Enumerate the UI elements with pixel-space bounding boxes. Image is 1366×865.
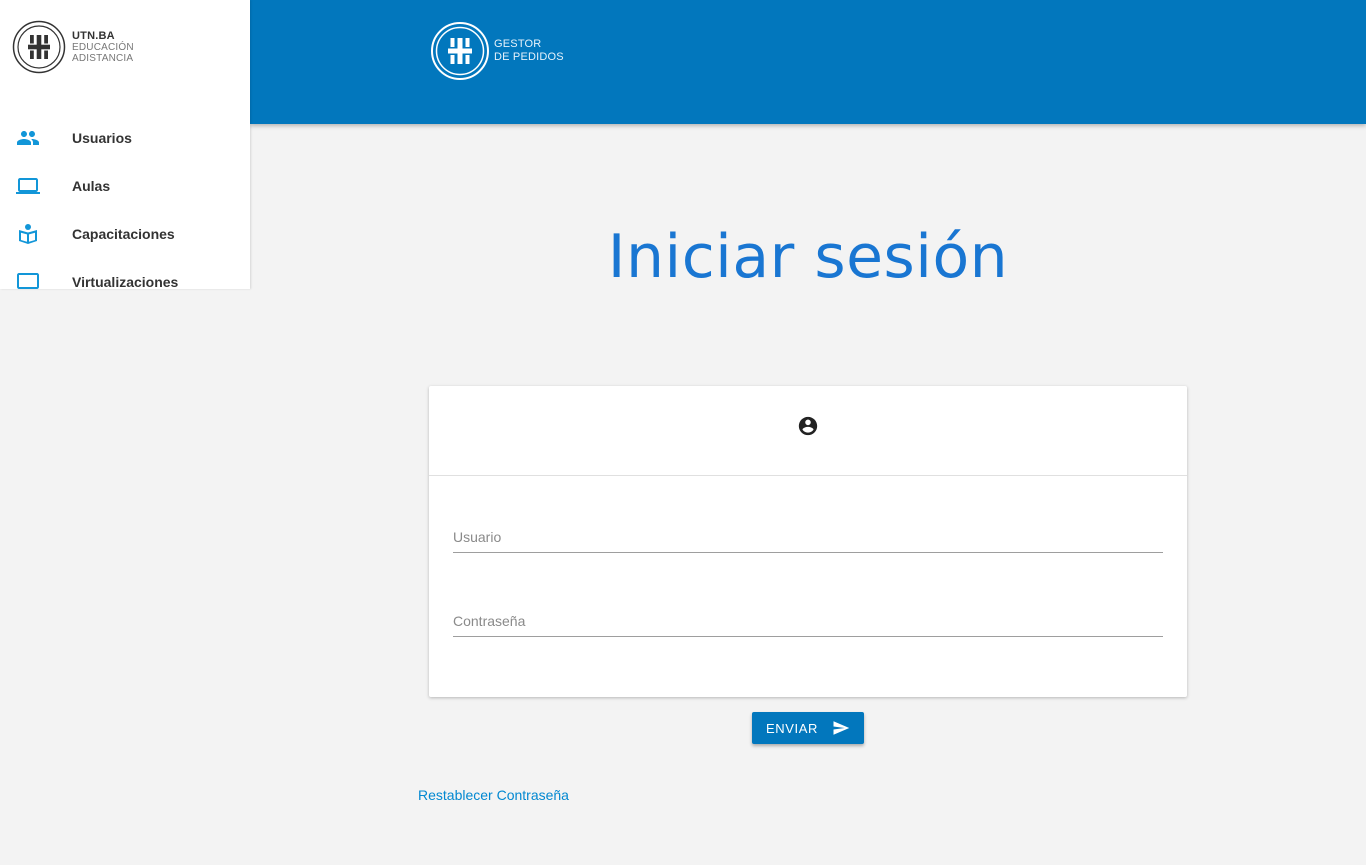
submit-button-label: ENVIAR <box>765 720 818 736</box>
book-reader-icon <box>16 222 40 246</box>
account-circle-icon <box>798 416 818 435</box>
reset-password-link[interactable]: Restablecer Contraseña <box>418 787 569 803</box>
utn-logo-icon <box>12 20 66 74</box>
username-input[interactable] <box>453 513 1163 552</box>
sidebar-item-capacitaciones[interactable]: Capacitaciones <box>0 210 250 258</box>
login-card-header <box>429 386 1187 476</box>
sidebar-item-label: Aulas <box>72 178 111 194</box>
sidebar-item-label: Virtualizaciones <box>72 274 179 289</box>
sidebar-item-usuarios[interactable]: Usuarios <box>0 114 250 162</box>
people-icon <box>16 126 40 150</box>
monitor-icon <box>16 270 40 289</box>
header-logo[interactable]: GESTOR DE PEDIDOS <box>430 21 564 81</box>
send-icon <box>833 721 850 735</box>
top-app-bar: GESTOR DE PEDIDOS <box>250 0 1366 124</box>
header-logo-line2: DE PEDIDOS <box>494 51 564 63</box>
brand-line2: EDUCACIÓN <box>72 41 134 53</box>
utn-logo-icon <box>431 22 489 80</box>
sidebar: UTN.BA EDUCACIÓN ADISTANCIA Usuarios Aul… <box>0 0 250 289</box>
login-card <box>429 386 1187 697</box>
brand-line1: UTN.BA <box>72 29 115 42</box>
sidebar-brand[interactable]: UTN.BA EDUCACIÓN ADISTANCIA <box>12 20 134 74</box>
submit-button[interactable]: ENVIAR <box>752 712 864 744</box>
header-logo-line1: GESTOR <box>494 38 542 50</box>
username-field <box>453 513 1163 553</box>
laptop-icon <box>16 174 40 198</box>
sidebar-item-label: Usuarios <box>72 130 132 146</box>
password-field <box>453 597 1163 637</box>
brand-line3: ADISTANCIA <box>72 52 134 64</box>
password-input[interactable] <box>453 597 1163 636</box>
sidebar-item-virtualizaciones[interactable]: Virtualizaciones <box>0 258 250 289</box>
page-title: Iniciar sesión <box>607 222 1009 292</box>
sidebar-item-label: Capacitaciones <box>72 226 175 242</box>
sidebar-item-aulas[interactable]: Aulas <box>0 162 250 210</box>
sidebar-nav: Usuarios Aulas Capacitaciones Virtualiza… <box>0 114 250 289</box>
